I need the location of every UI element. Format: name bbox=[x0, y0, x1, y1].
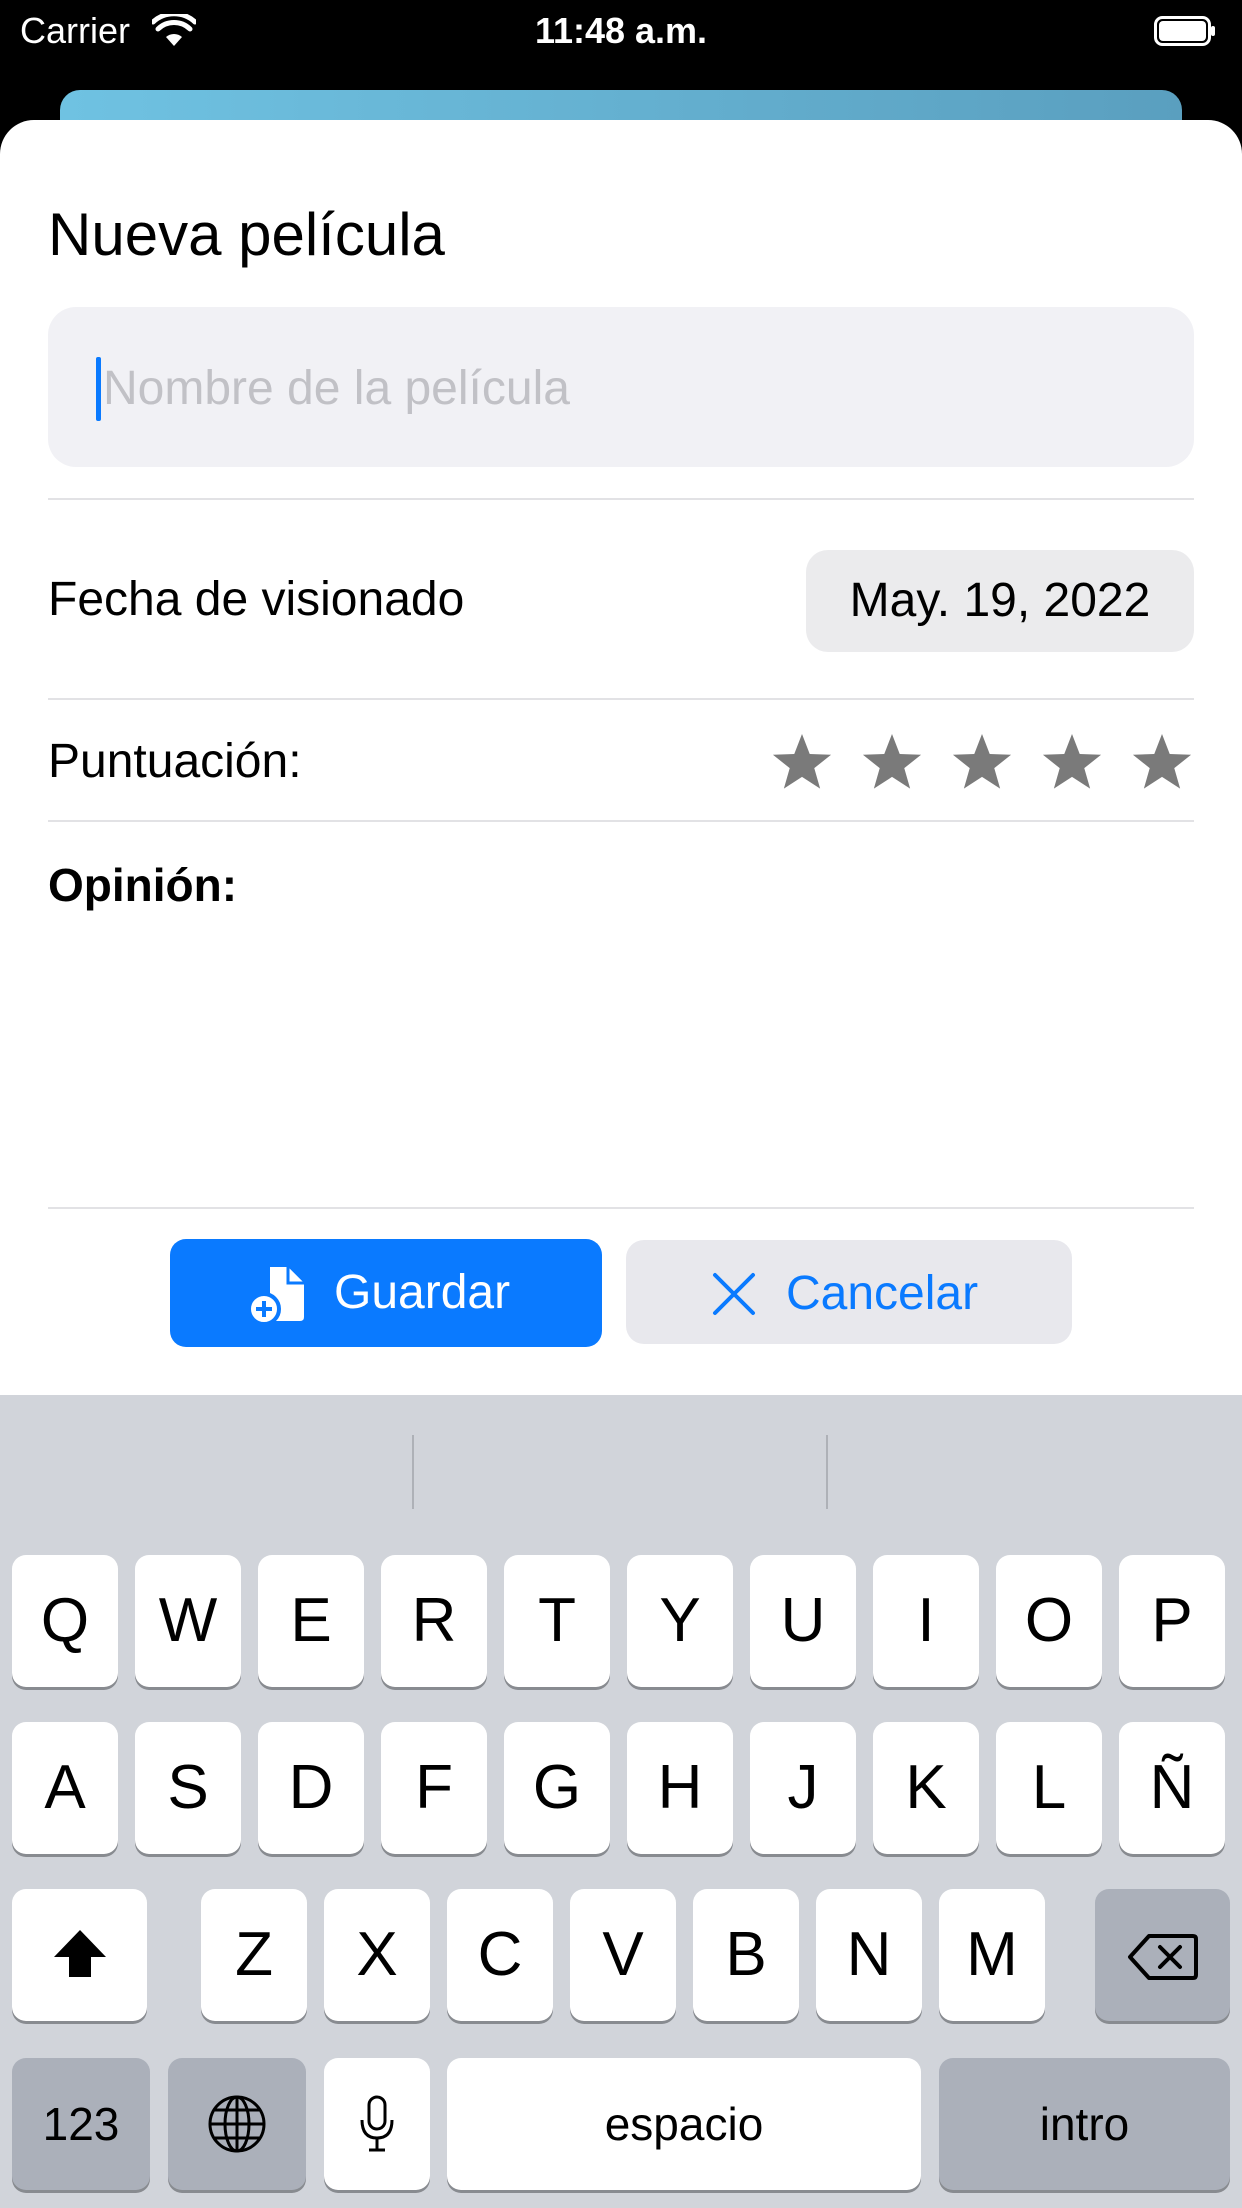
save-button-label: Guardar bbox=[334, 1266, 511, 1319]
numbers-key[interactable]: 123 bbox=[12, 2058, 150, 2190]
key[interactable]: G bbox=[504, 1722, 610, 1854]
key[interactable]: D bbox=[258, 1722, 364, 1854]
return-key[interactable]: intro bbox=[939, 2058, 1230, 2190]
key[interactable]: R bbox=[381, 1555, 487, 1687]
key[interactable]: N bbox=[816, 1889, 922, 2021]
key[interactable]: E bbox=[258, 1555, 364, 1687]
star-icon[interactable] bbox=[1130, 730, 1194, 794]
cancel-button-label: Cancelar bbox=[786, 1267, 979, 1320]
movie-name-input[interactable]: Nombre de la película bbox=[48, 307, 1194, 467]
keyboard: Q W E R T Y U I O P A S D F G H J K L Ñ … bbox=[0, 1395, 1242, 2208]
key[interactable]: S bbox=[135, 1722, 241, 1854]
key[interactable]: T bbox=[504, 1555, 610, 1687]
battery-icon bbox=[1154, 16, 1215, 46]
star-icon[interactable] bbox=[860, 730, 924, 794]
delete-key[interactable] bbox=[1095, 1889, 1230, 2021]
key[interactable]: Y bbox=[627, 1555, 733, 1687]
text-cursor bbox=[96, 357, 101, 421]
star-icon[interactable] bbox=[950, 730, 1014, 794]
globe-icon bbox=[208, 2095, 266, 2153]
key[interactable]: K bbox=[873, 1722, 979, 1854]
dictation-key[interactable] bbox=[324, 2058, 430, 2190]
key[interactable]: H bbox=[627, 1722, 733, 1854]
divider bbox=[48, 498, 1194, 500]
key[interactable]: C bbox=[447, 1889, 553, 2021]
watch-date-picker[interactable]: May. 19, 2022 bbox=[806, 550, 1194, 652]
key[interactable]: Ñ bbox=[1119, 1722, 1225, 1854]
key[interactable]: W bbox=[135, 1555, 241, 1687]
cancel-button[interactable]: Cancelar bbox=[626, 1240, 1072, 1344]
key[interactable]: O bbox=[996, 1555, 1102, 1687]
key[interactable]: J bbox=[750, 1722, 856, 1854]
key[interactable]: B bbox=[693, 1889, 799, 2021]
divider bbox=[48, 820, 1194, 822]
rating-label: Puntuación: bbox=[48, 735, 302, 788]
movie-name-placeholder: Nombre de la película bbox=[103, 362, 570, 415]
clock: 11:48 a.m. bbox=[534, 10, 708, 51]
space-key[interactable]: espacio bbox=[447, 2058, 921, 2190]
key[interactable]: I bbox=[873, 1555, 979, 1687]
key[interactable]: Z bbox=[201, 1889, 307, 2021]
opinion-label: Opinión: bbox=[48, 859, 238, 911]
status-bar: Carrier 11:48 a.m. bbox=[0, 0, 1242, 62]
key[interactable]: P bbox=[1119, 1555, 1225, 1687]
suggestion-divider bbox=[826, 1435, 828, 1509]
microphone-icon bbox=[360, 2095, 394, 2152]
shift-icon bbox=[54, 1930, 106, 1977]
key[interactable]: L bbox=[996, 1722, 1102, 1854]
key[interactable]: M bbox=[939, 1889, 1045, 2021]
key[interactable]: A bbox=[12, 1722, 118, 1854]
star-icon[interactable] bbox=[770, 730, 834, 794]
save-button[interactable]: Guardar bbox=[170, 1239, 602, 1347]
rating-stars bbox=[770, 730, 1194, 794]
close-icon bbox=[713, 1273, 755, 1315]
globe-key[interactable] bbox=[168, 2058, 306, 2190]
key[interactable]: V bbox=[570, 1889, 676, 2021]
delete-icon bbox=[1128, 1934, 1198, 1980]
key[interactable]: U bbox=[750, 1555, 856, 1687]
star-icon[interactable] bbox=[1040, 730, 1104, 794]
key[interactable]: X bbox=[324, 1889, 430, 2021]
shift-key[interactable] bbox=[12, 1889, 147, 2021]
key[interactable]: F bbox=[381, 1722, 487, 1854]
watch-date-label: Fecha de visionado bbox=[48, 573, 465, 626]
suggestion-divider bbox=[412, 1435, 414, 1509]
opinion-textarea[interactable] bbox=[48, 930, 1194, 1110]
sheet-title: Nueva película bbox=[48, 201, 445, 268]
divider bbox=[48, 698, 1194, 700]
divider bbox=[48, 1207, 1194, 1209]
key[interactable]: Q bbox=[12, 1555, 118, 1687]
new-document-icon bbox=[247, 1267, 304, 1326]
new-movie-sheet: Nueva película Nombre de la película Fec… bbox=[0, 120, 1242, 1420]
